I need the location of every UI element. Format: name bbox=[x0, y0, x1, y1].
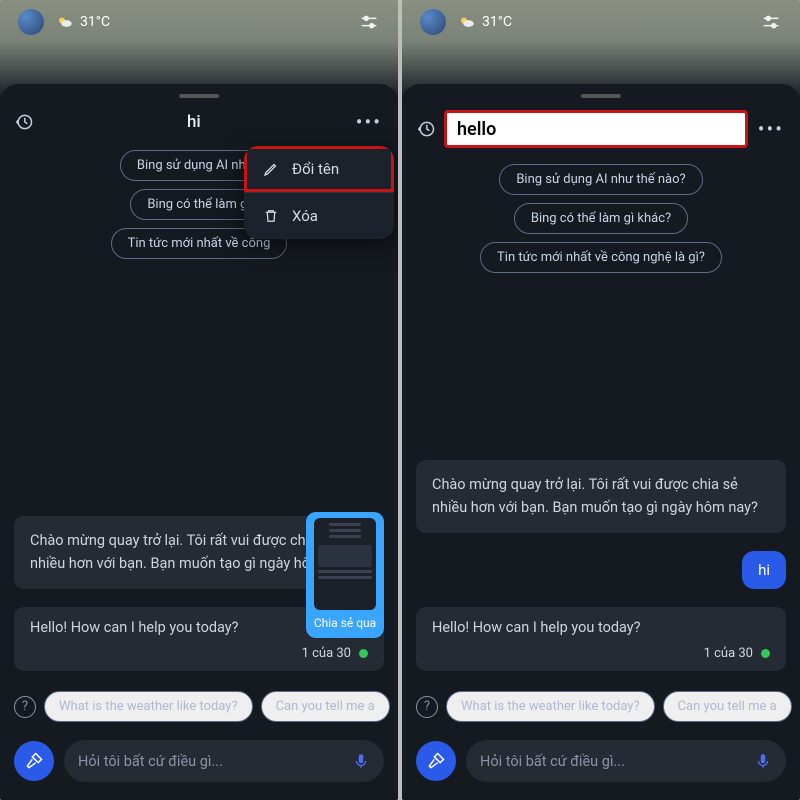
delete-label: Xóa bbox=[292, 207, 318, 225]
share-label: Chia sẻ qua bbox=[314, 616, 376, 630]
user-message: hi bbox=[742, 551, 786, 589]
share-overlay[interactable]: Chia sẻ qua bbox=[306, 512, 384, 638]
question-icon[interactable]: ? bbox=[14, 696, 36, 718]
input-placeholder: Hỏi tôi bất cứ điều gì... bbox=[480, 753, 625, 770]
question-icon[interactable]: ? bbox=[416, 696, 438, 718]
history-icon[interactable] bbox=[416, 119, 436, 139]
new-topic-button[interactable] bbox=[416, 741, 456, 781]
mic-icon[interactable] bbox=[754, 752, 772, 770]
suggestion-chip[interactable]: What is the weather like today? bbox=[446, 691, 655, 722]
title-bar: ••• bbox=[402, 104, 800, 160]
ai-reply-card: Hello! How can I help you today? 1 của 3… bbox=[416, 607, 786, 671]
more-button[interactable]: ••• bbox=[354, 110, 384, 134]
suggestion-chip[interactable]: Can you tell me a bbox=[663, 691, 792, 722]
chip[interactable]: Bing có thể làm gì khác? bbox=[514, 203, 688, 234]
input-placeholder: Hỏi tôi bất cứ điều gì... bbox=[78, 753, 223, 770]
suggestion-chip[interactable]: What is the weather like today? bbox=[44, 691, 253, 722]
status-dot-icon bbox=[359, 649, 368, 658]
phone-left: 31°C hi ••• Đổi tên Xóa bbox=[0, 0, 398, 800]
weather-icon bbox=[458, 13, 476, 31]
chip[interactable]: Tin tức mới nhất về công nghệ là gì? bbox=[480, 242, 722, 273]
temperature: 31°C bbox=[80, 14, 110, 30]
chat-title: hi bbox=[34, 112, 354, 132]
title-dropdown: Đổi tên Xóa bbox=[244, 146, 394, 239]
broom-icon bbox=[426, 751, 446, 771]
drag-handle[interactable] bbox=[179, 94, 219, 98]
share-thumbnail bbox=[314, 518, 376, 610]
rename-input[interactable] bbox=[444, 110, 748, 148]
chat-panel: ••• Bing sử dụng AI như thế nào? Bing có… bbox=[402, 84, 800, 800]
bottom-suggestions: ? What is the weather like today? Can yo… bbox=[402, 681, 800, 732]
input-bar: Hỏi tôi bất cứ điều gì... bbox=[402, 732, 800, 800]
reply-counter: 1 của 30 bbox=[704, 646, 753, 661]
chat-input[interactable]: Hỏi tôi bất cứ điều gì... bbox=[466, 740, 786, 782]
more-button[interactable]: ••• bbox=[756, 117, 786, 141]
reply-counter: 1 của 30 bbox=[302, 646, 351, 661]
broom-icon bbox=[24, 751, 44, 771]
chip[interactable]: Bing sử dụng AI như thế nào? bbox=[499, 164, 702, 195]
avatar[interactable] bbox=[420, 9, 446, 35]
delete-item[interactable]: Xóa bbox=[244, 193, 394, 239]
mic-icon[interactable] bbox=[352, 752, 370, 770]
reply-meta: 1 của 30 bbox=[30, 646, 368, 661]
chat-input[interactable]: Hỏi tôi bất cứ điều gì... bbox=[64, 740, 384, 782]
status-bar: 31°C bbox=[0, 0, 398, 44]
status-bar: 31°C bbox=[402, 0, 800, 44]
pencil-icon bbox=[262, 160, 280, 178]
new-topic-button[interactable] bbox=[14, 741, 54, 781]
temperature: 31°C bbox=[482, 14, 512, 30]
rename-label: Đổi tên bbox=[292, 160, 339, 178]
ai-message: Chào mừng quay trở lại. Tôi rất vui được… bbox=[416, 460, 786, 533]
title-bar: hi ••• Đổi tên Xóa bbox=[0, 104, 398, 146]
reply-meta: 1 của 30 bbox=[432, 646, 770, 661]
weather-icon bbox=[56, 13, 74, 31]
rename-item[interactable]: Đổi tên bbox=[244, 146, 394, 192]
input-bar: Hỏi tôi bất cứ điều gì... bbox=[0, 732, 398, 800]
avatar[interactable] bbox=[18, 9, 44, 35]
phone-right: 31°C ••• Bing sử dụng AI như thế nào? Bi… bbox=[402, 0, 800, 800]
settings-icon[interactable] bbox=[760, 11, 782, 33]
trash-icon bbox=[262, 207, 280, 225]
history-icon[interactable] bbox=[14, 112, 34, 132]
chat-panel: hi ••• Đổi tên Xóa Bing sử dụng AI như t… bbox=[0, 84, 398, 800]
settings-icon[interactable] bbox=[358, 11, 380, 33]
status-dot-icon bbox=[761, 649, 770, 658]
reply-text: Hello! How can I help you today? bbox=[432, 619, 770, 636]
suggestion-chip[interactable]: Can you tell me a bbox=[261, 691, 390, 722]
bottom-suggestions: ? What is the weather like today? Can yo… bbox=[0, 681, 398, 732]
suggestion-chips: Bing sử dụng AI như thế nào? Bing có thể… bbox=[402, 160, 800, 281]
drag-handle[interactable] bbox=[581, 94, 621, 98]
